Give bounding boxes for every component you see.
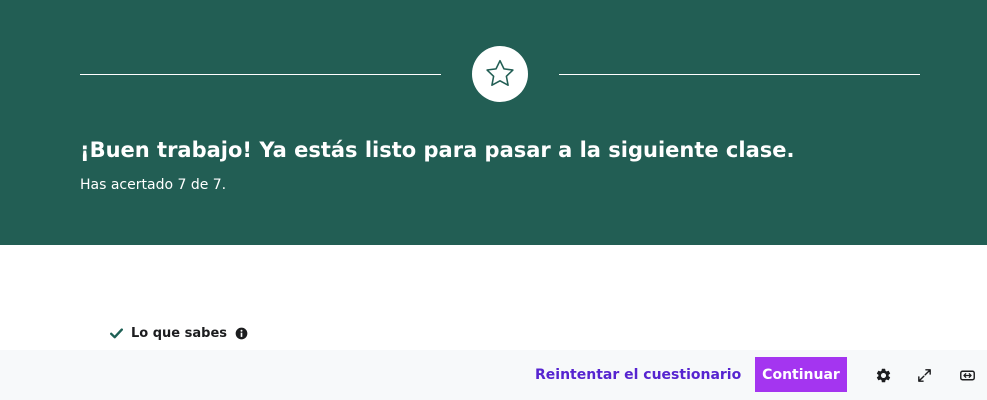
info-icon[interactable] <box>235 327 248 340</box>
result-title: ¡Buen trabajo! Ya estás listo para pasar… <box>80 138 795 162</box>
divider-left <box>80 74 441 75</box>
star-badge <box>472 46 528 102</box>
divider-right <box>559 74 920 75</box>
knowledge-section[interactable]: Lo que sabes <box>110 326 248 341</box>
gear-icon <box>876 368 890 382</box>
star-icon <box>486 59 514 86</box>
footer-bar: Reintentar el cuestionario Continuar <box>0 350 987 400</box>
fullscreen-button[interactable] <box>914 365 934 385</box>
expand-icon <box>917 368 931 382</box>
check-icon <box>110 328 123 339</box>
result-banner: ¡Buen trabajo! Ya estás listo para pasar… <box>0 0 987 245</box>
settings-button[interactable] <box>873 365 893 385</box>
knowledge-label: Lo que sabes <box>131 326 228 341</box>
theater-mode-icon <box>959 370 975 380</box>
continue-button[interactable]: Continuar <box>755 357 847 392</box>
score-text: Has acertado 7 de 7. <box>80 177 227 193</box>
theater-mode-button[interactable] <box>957 365 977 385</box>
retake-quiz-button[interactable]: Reintentar el cuestionario <box>535 358 741 392</box>
